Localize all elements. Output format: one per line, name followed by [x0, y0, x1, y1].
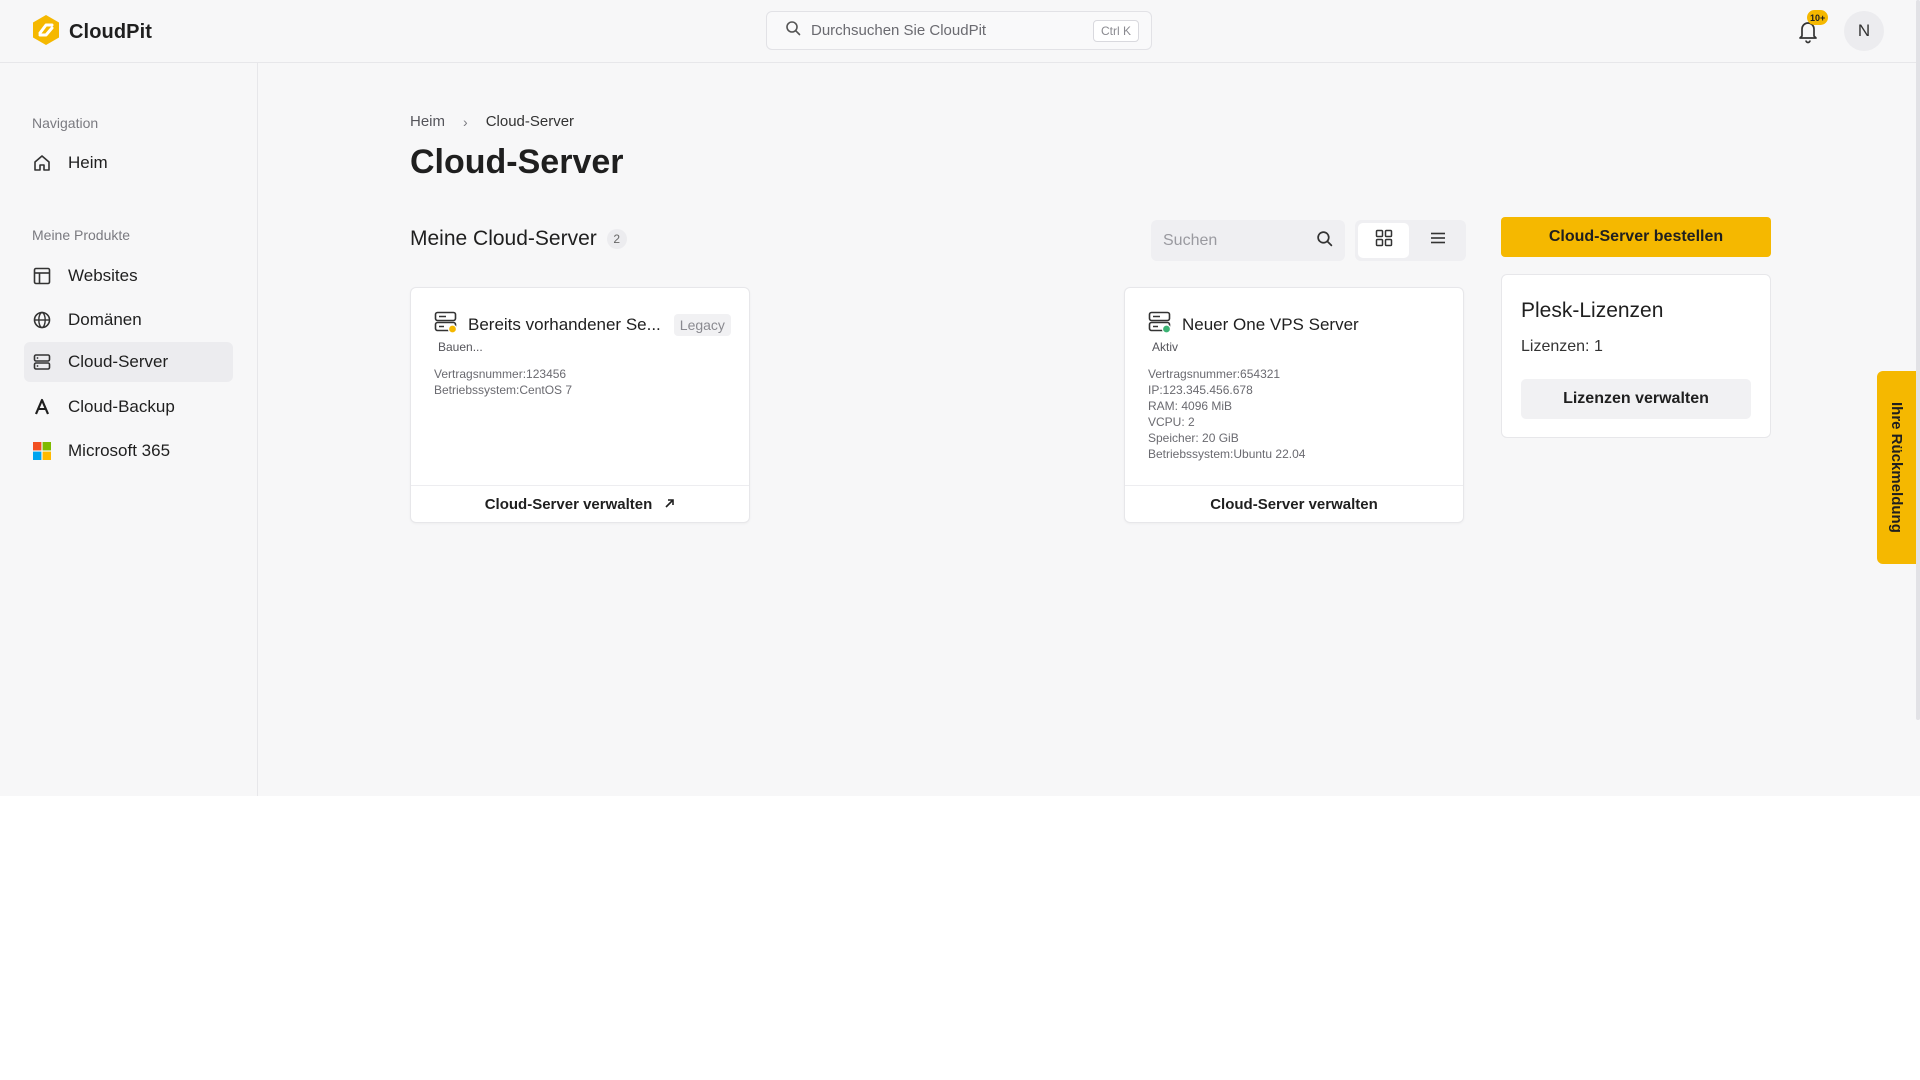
section-title: Meine Cloud-Server — [410, 227, 597, 250]
global-search-placeholder: Durchsuchen Sie CloudPit — [811, 22, 987, 39]
property-value: CentOS 7 — [519, 383, 573, 397]
property-label: RAM: — [1148, 399, 1182, 413]
property-value: 2 — [1188, 415, 1195, 429]
page-title: Cloud-Server — [410, 143, 624, 181]
property-label: Speicher: — [1148, 431, 1203, 445]
property-label: VCPU: — [1148, 415, 1189, 429]
sidebar-item-microsoft-365[interactable]: Microsoft 365 — [24, 431, 233, 471]
plesk-license-count: Lizenzen: 1 — [1521, 338, 1603, 355]
sidebar-item-home[interactable]: Heim — [24, 143, 233, 183]
property-label: Betriebssystem: — [1148, 447, 1234, 461]
server-status: Bauen... — [438, 340, 483, 354]
grid-view-button[interactable] — [1358, 223, 1409, 258]
server-property-row: Vertragsnummer:123456 — [434, 366, 572, 382]
property-value: 4096 MiB — [1181, 399, 1233, 413]
scrollbar[interactable] — [1916, 0, 1920, 720]
sidebar-item-label: Domänen — [68, 310, 142, 329]
notification-badge: 10+ — [1807, 10, 1829, 25]
property-value: 123456 — [526, 367, 567, 381]
sidebar-item-cloud-server[interactable]: Cloud-Server — [24, 342, 233, 382]
property-label: Betriebssystem: — [434, 383, 520, 397]
server-card-header: Neuer One VPS Server — [1148, 310, 1359, 339]
server-property-row: Betriebssystem:CentOS 7 — [434, 382, 572, 398]
sidebar-item-label: Microsoft 365 — [68, 441, 171, 460]
server-properties: Vertragsnummer:654321 IP:123.345.456.678… — [1148, 366, 1305, 462]
property-label: Vertragsnummer: — [1148, 367, 1241, 381]
sidebar-item-label: Websites — [68, 266, 138, 285]
manage-licenses-button[interactable]: Lizenzen verwalten — [1521, 379, 1751, 419]
plesk-title: Plesk-Lizenzen — [1521, 299, 1664, 322]
server-property-row: Betriebssystem:Ubuntu 22.04 — [1148, 446, 1305, 462]
server-property-row: Speicher: 20 GiB — [1148, 430, 1305, 446]
sidebar-section-navigation: Navigation — [32, 115, 99, 131]
breadcrumb-separator-icon: › — [463, 113, 468, 130]
manage-server-label: Cloud-Server verwalten — [484, 495, 653, 513]
server-properties: Vertragsnummer:123456 Betriebssystem:Cen… — [434, 366, 572, 398]
sidebar: Navigation Heim Meine Produkte Websites … — [0, 63, 258, 796]
server-name: Neuer One VPS Server — [1182, 314, 1359, 334]
breadcrumb-current: Cloud-Server — [485, 113, 575, 130]
app-window: CloudPit Durchsuchen Sie CloudPit Ctrl K… — [0, 0, 1920, 796]
server-search-input[interactable] — [1163, 231, 1316, 250]
order-cloud-server-button[interactable]: Cloud-Server bestellen — [1501, 217, 1771, 257]
home-icon — [32, 153, 52, 173]
server-status-icon — [1148, 310, 1172, 339]
property-label: Vertragsnummer: — [434, 367, 527, 381]
global-search[interactable]: Durchsuchen Sie CloudPit Ctrl K — [766, 11, 1152, 50]
property-value: Ubuntu 22.04 — [1233, 447, 1306, 461]
microsoft-icon — [32, 441, 52, 461]
server-status: Aktiv — [1152, 340, 1179, 354]
sidebar-section-products: Meine Produkte — [32, 227, 131, 243]
sidebar-item-domains[interactable]: Domänen — [24, 300, 233, 340]
server-status-icon — [434, 310, 458, 339]
brand[interactable]: CloudPit — [31, 14, 152, 51]
breadcrumb-home-link[interactable]: Heim — [410, 113, 445, 130]
grid-icon — [1375, 229, 1393, 252]
server-search — [1151, 220, 1345, 261]
list-view-button[interactable] — [1412, 223, 1463, 258]
server-property-row: IP:123.345.456.678 — [1148, 382, 1305, 398]
server-property-row: RAM: 4096 MiB — [1148, 398, 1305, 414]
sidebar-item-label: Cloud-Backup — [68, 397, 175, 416]
property-label: IP: — [1148, 383, 1163, 397]
server-card: Neuer One VPS Server Aktiv Vertragsnumme… — [1124, 287, 1464, 523]
sidebar-item-cloud-backup[interactable]: Cloud-Backup — [24, 387, 233, 427]
sidebar-item-label: Cloud-Server — [68, 352, 169, 371]
list-icon — [1429, 229, 1447, 252]
property-value: 654321 — [1240, 367, 1281, 381]
manage-server-button[interactable]: Cloud-Server verwalten — [1125, 485, 1463, 522]
backup-icon — [32, 397, 52, 417]
server-name: Bereits vorhandener Se... — [468, 314, 661, 334]
search-shortcut-hint: Ctrl K — [1093, 19, 1139, 42]
manage-server-button[interactable]: Cloud-Server verwalten — [411, 485, 749, 522]
feedback-label: Ihre Rückmeldung — [1888, 402, 1905, 533]
search-icon[interactable] — [1316, 230, 1333, 252]
property-value: 123.345.456.678 — [1162, 383, 1253, 397]
cloudpit-logo-icon — [31, 14, 61, 51]
manage-server-label: Cloud-Server verwalten — [1210, 495, 1378, 513]
sidebar-item-websites[interactable]: Websites — [24, 256, 233, 296]
top-bar: CloudPit Durchsuchen Sie CloudPit Ctrl K… — [0, 0, 1920, 63]
section-header: Meine Cloud-Server 2 — [410, 227, 627, 251]
server-card-header: Bereits vorhandener Se... Legacy — [434, 310, 731, 339]
globe-icon — [32, 310, 52, 330]
brand-name: CloudPit — [69, 21, 153, 43]
server-property-row: VCPU: 2 — [1148, 414, 1305, 430]
view-toggle — [1355, 220, 1466, 261]
legacy-badge: Legacy — [673, 313, 731, 336]
sidebar-item-label: Heim — [68, 153, 108, 172]
search-icon — [785, 20, 801, 41]
server-property-row: Vertragsnummer:654321 — [1148, 366, 1305, 382]
server-card: Bereits vorhandener Se... Legacy Bauen..… — [410, 287, 750, 523]
external-link-icon — [664, 496, 675, 513]
avatar[interactable]: N — [1844, 11, 1884, 51]
server-icon — [32, 352, 52, 372]
layout-icon — [32, 266, 52, 286]
plesk-licenses-card: Plesk-Lizenzen Lizenzen: 1 Lizenzen verw… — [1501, 274, 1771, 438]
feedback-tab[interactable]: Ihre Rückmeldung — [1877, 371, 1916, 564]
property-value: 20 GiB — [1202, 431, 1239, 445]
breadcrumb: Heim › Cloud-Server — [410, 113, 574, 130]
server-count-badge: 2 — [606, 229, 627, 249]
